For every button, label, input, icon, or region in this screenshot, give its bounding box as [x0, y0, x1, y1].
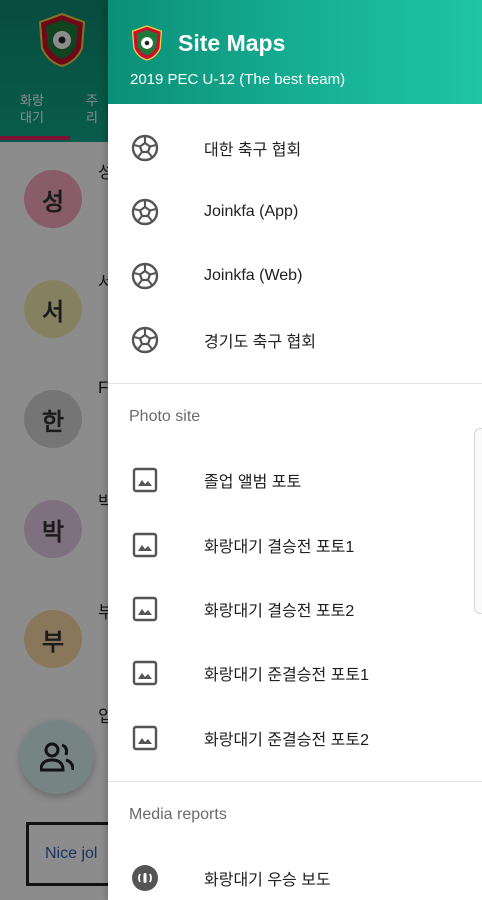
soccer-ball-icon	[130, 261, 160, 291]
podcast-icon	[130, 863, 160, 893]
menu-item-label: 화랑대기 결승전 포토1	[204, 539, 355, 556]
divider	[108, 383, 482, 384]
menu-item-label: 화랑대기 준결승전 포토1	[204, 667, 369, 684]
menu-item-kfa[interactable]: 대한 축구 협회	[108, 116, 482, 180]
soccer-ball-icon	[130, 133, 160, 163]
soccer-ball-icon	[130, 325, 160, 355]
image-icon	[130, 594, 160, 624]
drawer-subtitle: 2019 PEC U-12 (The best team)	[130, 71, 346, 88]
section-title-photo: Photo site	[129, 408, 201, 425]
menu-item-label: 화랑대기 준결승전 포토2	[204, 732, 369, 749]
menu-item-semifinal-photo-2[interactable]: 화랑대기 준결승전 포토2	[108, 706, 482, 770]
navigation-drawer: Site Maps 2019 PEC U-12 (The best team) …	[108, 0, 482, 900]
menu-item-label: 화랑대기 우승 보도	[204, 872, 331, 889]
menu-item-victory-report[interactable]: 화랑대기 우승 보도	[108, 846, 482, 900]
soccer-ball-icon	[130, 197, 160, 227]
menu-item-label: Joinkfa (Web)	[204, 267, 303, 284]
scrollbar[interactable]	[474, 428, 482, 614]
section-title-media: Media reports	[129, 806, 227, 823]
menu-item-joinkfa-app[interactable]: Joinkfa (App)	[108, 180, 482, 244]
divider	[108, 781, 482, 782]
image-icon	[130, 723, 160, 753]
menu-item-final-photo-1[interactable]: 화랑대기 결승전 포토1	[108, 513, 482, 577]
drawer-title: Site Maps	[178, 30, 286, 56]
menu-item-label: 대한 축구 협회	[204, 142, 302, 159]
image-icon	[130, 465, 160, 495]
menu-item-semifinal-photo-1[interactable]: 화랑대기 준결승전 포토1	[108, 641, 482, 705]
drawer-header: Site Maps 2019 PEC U-12 (The best team)	[108, 0, 482, 104]
menu-item-gyeonggi-fa[interactable]: 경기도 축구 협회	[108, 308, 482, 372]
menu-item-label: 경기도 축구 협회	[204, 334, 316, 351]
menu-item-label: 화랑대기 결승전 포토2	[204, 603, 355, 620]
image-icon	[130, 658, 160, 688]
club-logo-icon	[131, 25, 163, 61]
menu-item-joinkfa-web[interactable]: Joinkfa (Web)	[108, 244, 482, 308]
menu-item-label: 졸업 앨범 포토	[204, 474, 302, 491]
menu-item-final-photo-2[interactable]: 화랑대기 결승전 포토2	[108, 577, 482, 641]
menu-item-label: Joinkfa (App)	[204, 203, 299, 220]
image-icon	[130, 530, 160, 560]
menu-item-graduation-photo[interactable]: 졸업 앨범 포토	[108, 448, 482, 512]
